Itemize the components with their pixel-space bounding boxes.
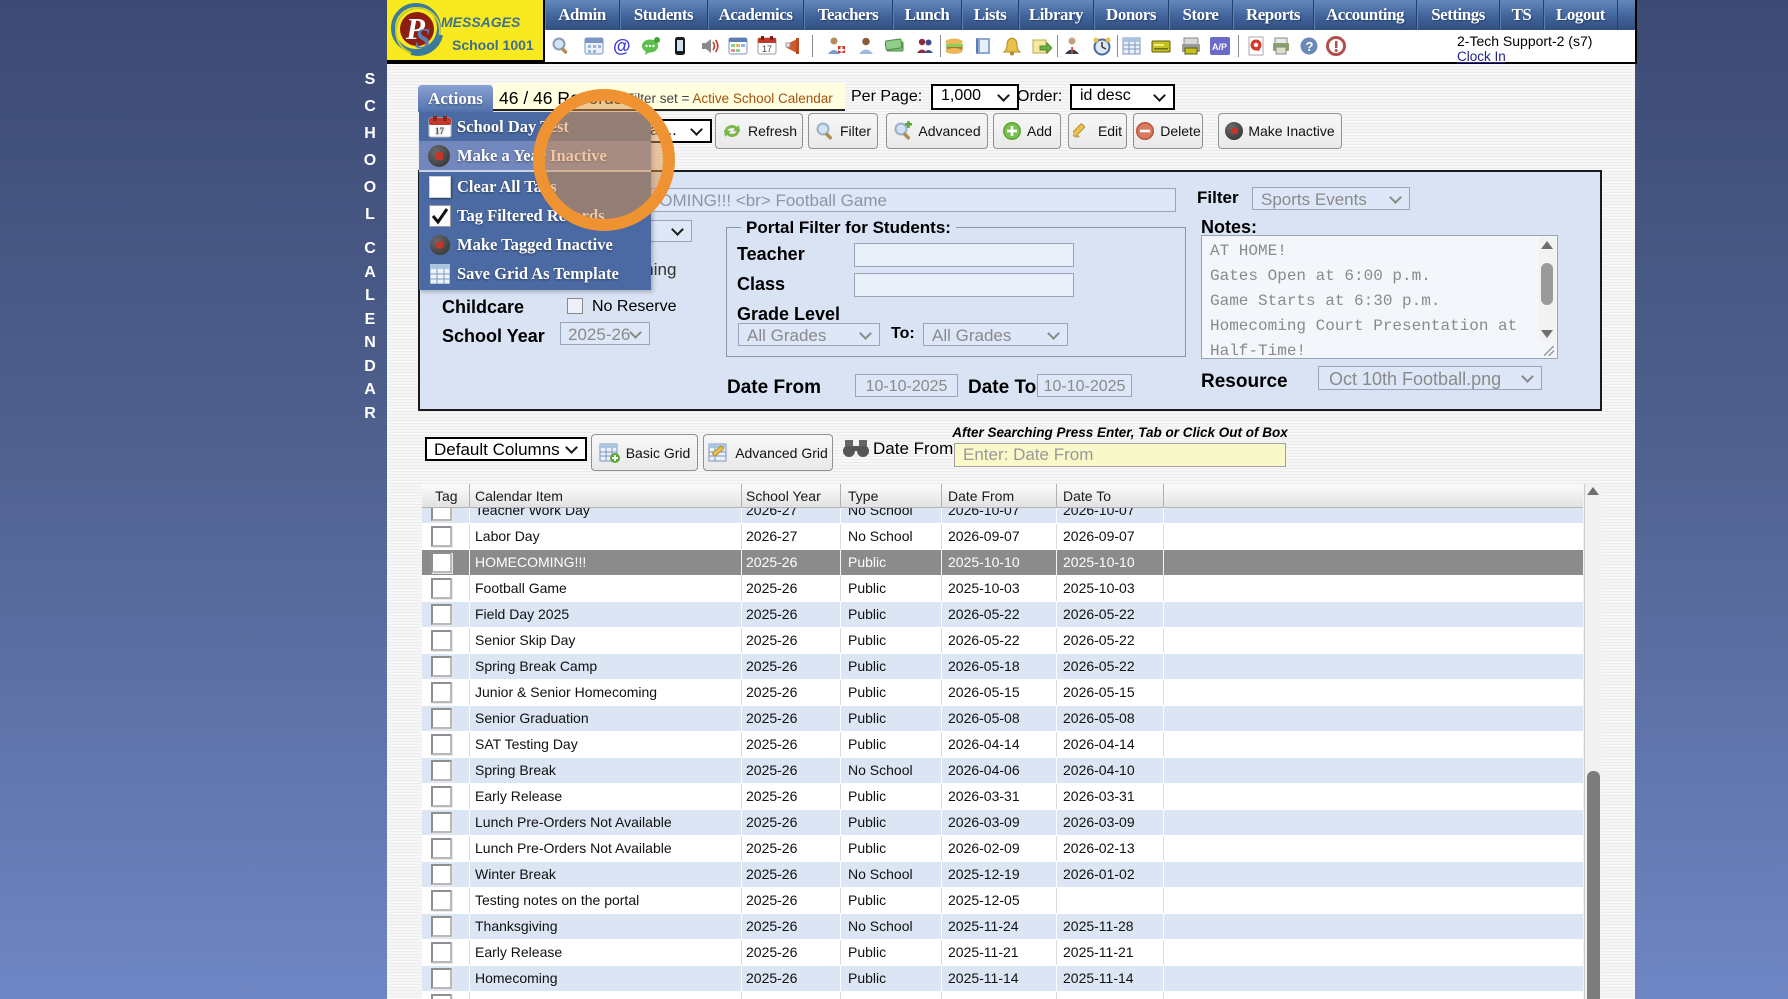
svg-text:?: ? bbox=[1306, 39, 1314, 54]
svg-text:@: @ bbox=[613, 36, 631, 56]
svg-text:A/P: A/P bbox=[1212, 42, 1227, 52]
svg-text:S: S bbox=[415, 24, 431, 55]
svg-text:17: 17 bbox=[435, 126, 445, 136]
svg-text:17: 17 bbox=[762, 44, 772, 54]
